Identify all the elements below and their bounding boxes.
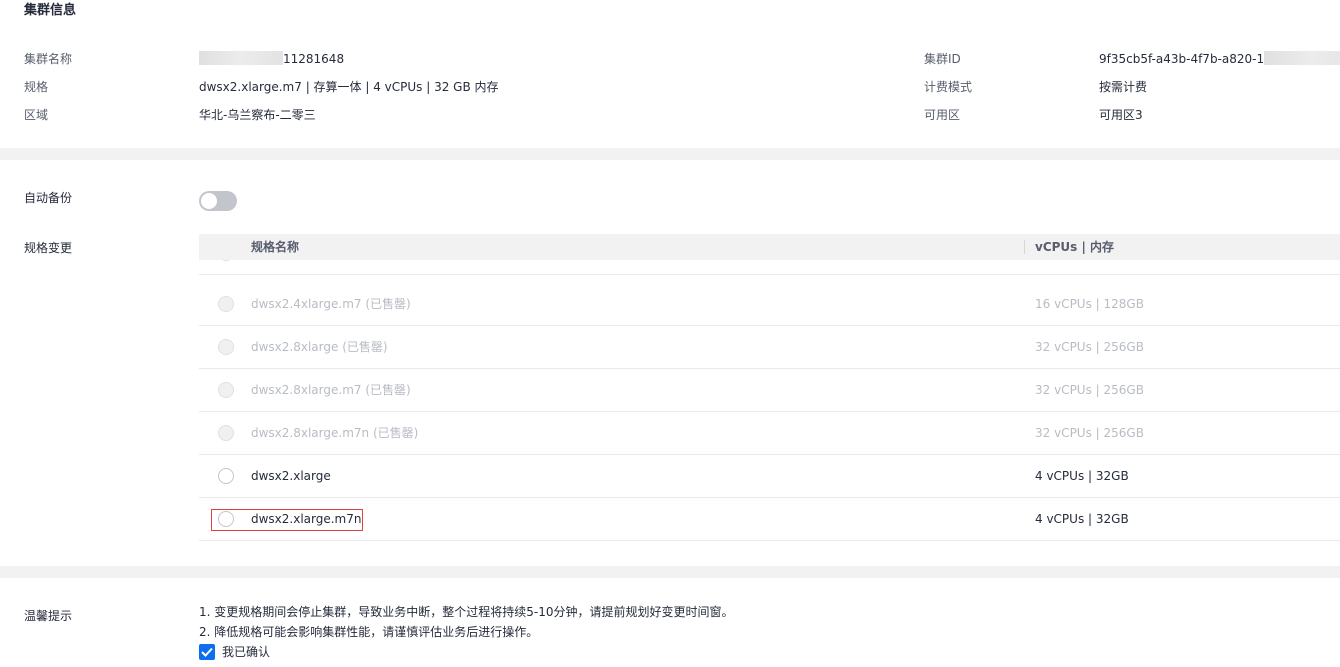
spec-name: dwsx2.xlarge bbox=[251, 469, 331, 483]
radio-button[interactable] bbox=[218, 382, 234, 398]
spec-row[interactable]: dwsx2.4xlarge.m7 (已售罄) 16 vCPUs | 128GB bbox=[199, 283, 1340, 326]
confirm-label[interactable]: 我已确认 bbox=[222, 644, 270, 660]
region-value: 华北-乌兰察布-二零三 bbox=[199, 108, 316, 122]
spec-cpu-memory: 32 vCPUs | 256GB bbox=[1035, 426, 1144, 440]
spec-row[interactable]: dwsx2.8xlarge.m7n (已售罄) 32 vCPUs | 256GB bbox=[199, 412, 1340, 455]
billing-label: 计费模式 bbox=[924, 80, 973, 94]
column-spec-name: 规格名称 bbox=[251, 240, 300, 254]
az-value: 可用区3 bbox=[1099, 108, 1143, 122]
spec-cpu-memory: 16 vCPUs | 128GB bbox=[1035, 297, 1144, 311]
billing-value: 按需计费 bbox=[1099, 80, 1148, 94]
spec-label: 规格 bbox=[24, 80, 49, 94]
spec-name: dwsx2.xlarge.m7n bbox=[251, 512, 362, 526]
radio-button[interactable] bbox=[218, 296, 234, 312]
az-label: 可用区 bbox=[924, 108, 961, 122]
tip-line-1: 1. 变更规格期间会停止集群，导致业务中断，整个过程将持续5-10分钟，请提前规… bbox=[199, 605, 734, 619]
toggle-knob bbox=[201, 193, 217, 209]
redacted-mask bbox=[1264, 51, 1340, 65]
spec-table: dwsx2.4xlarge (已售罄) 16 vCPUs | 128GB dws… bbox=[199, 234, 1340, 542]
check-icon bbox=[201, 647, 213, 657]
spec-row[interactable]: dwsx2.xlarge.m7n 4 vCPUs | 32GB bbox=[199, 498, 1340, 541]
radio-button[interactable] bbox=[218, 339, 234, 355]
cluster-name-text: 11281648 bbox=[283, 52, 345, 66]
cluster-name-label: 集群名称 bbox=[24, 52, 73, 66]
spec-cpu-memory: 4 vCPUs | 32GB bbox=[1035, 469, 1129, 483]
column-separator[interactable] bbox=[1024, 240, 1025, 254]
spec-row[interactable]: dwsx2.xlarge 4 vCPUs | 32GB bbox=[199, 455, 1340, 498]
spec-row[interactable]: dwsx2.8xlarge (已售罄) 32 vCPUs | 256GB bbox=[199, 326, 1340, 369]
auto-backup-label: 自动备份 bbox=[24, 191, 73, 205]
cluster-info-title: 集群信息 bbox=[24, 3, 77, 18]
spec-table-header: 规格名称 vCPUs | 内存 bbox=[199, 234, 1340, 260]
spec-value: dwsx2.xlarge.m7 | 存算一体 | 4 vCPUs | 32 GB… bbox=[199, 80, 499, 94]
spec-cpu-memory: 32 vCPUs | 256GB bbox=[1035, 340, 1144, 354]
spec-name: dwsx2.8xlarge.m7 (已售罄) bbox=[251, 383, 411, 397]
radio-button[interactable] bbox=[218, 511, 234, 527]
region-label: 区域 bbox=[24, 108, 49, 122]
cluster-name-value: 11281648 bbox=[199, 51, 344, 67]
spec-change-label: 规格变更 bbox=[24, 241, 73, 255]
section-divider bbox=[0, 566, 1340, 578]
cluster-id-label: 集群ID bbox=[924, 52, 961, 66]
spec-row[interactable]: dwsx2.8xlarge.m7 (已售罄) 32 vCPUs | 256GB bbox=[199, 369, 1340, 412]
cluster-id-text: 9f35cb5f-a43b-4f7b-a820-1 bbox=[1099, 52, 1265, 66]
column-cpu-memory: vCPUs | 内存 bbox=[1035, 240, 1115, 254]
spec-name: dwsx2.8xlarge.m7n (已售罄) bbox=[251, 426, 419, 440]
spec-name: dwsx2.8xlarge (已售罄) bbox=[251, 340, 388, 354]
radio-button[interactable] bbox=[218, 425, 234, 441]
redacted-mask bbox=[199, 51, 283, 65]
tip-line-2: 2. 降低规格可能会影响集群性能，请谨慎评估业务后进行操作。 bbox=[199, 625, 539, 639]
resize-cluster-page: 集群信息 集群名称 11281648 规格 dwsx2.xlarge.m7 | … bbox=[0, 0, 1340, 667]
cluster-id-value: 9f35cb5f-a43b-4f7b-a820-1 bbox=[1099, 51, 1340, 67]
tips-label: 温馨提示 bbox=[24, 609, 73, 623]
spec-table-body[interactable]: dwsx2.4xlarge (已售罄) 16 vCPUs | 128GB dws… bbox=[199, 234, 1340, 542]
spec-name: dwsx2.4xlarge.m7 (已售罄) bbox=[251, 297, 411, 311]
auto-backup-toggle[interactable] bbox=[199, 191, 237, 211]
radio-button[interactable] bbox=[218, 468, 234, 484]
spec-cpu-memory: 32 vCPUs | 256GB bbox=[1035, 383, 1144, 397]
section-divider bbox=[0, 148, 1340, 160]
confirm-checkbox[interactable] bbox=[199, 644, 215, 660]
spec-cpu-memory: 4 vCPUs | 32GB bbox=[1035, 512, 1129, 526]
